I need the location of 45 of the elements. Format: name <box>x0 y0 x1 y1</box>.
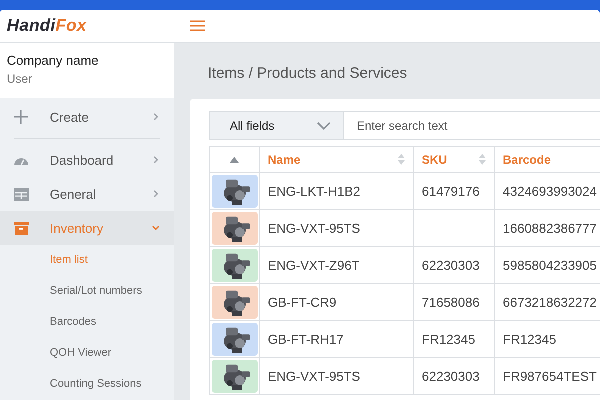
breadcrumb: Items / Products and Services <box>208 65 408 84</box>
company-name: Company name <box>7 53 100 68</box>
sidebar-subitem[interactable]: Item list <box>0 245 174 276</box>
table-cell: FR12345 <box>503 332 556 346</box>
sidebar-subitem[interactable]: Serial/Lot numbers <box>0 276 174 307</box>
sidebar-item[interactable]: General <box>0 177 174 211</box>
table-cell: ENG-LKT-H1B2 <box>268 184 360 198</box>
field-filter-dropdown[interactable]: All fields <box>209 111 344 140</box>
table-icon <box>14 188 29 200</box>
chevron-down-icon <box>317 122 331 130</box>
sidebar-subitem[interactable]: QOH Viewer <box>0 338 174 369</box>
sort-icon[interactable] <box>479 154 486 165</box>
logo: HandiFox <box>6 16 88 36</box>
table-cell: GB-FT-RH17 <box>268 332 344 346</box>
box-icon <box>14 222 29 234</box>
search-field[interactable]: Enter search text <box>344 111 600 140</box>
column-header[interactable]: SKU <box>422 152 448 166</box>
sort-icon[interactable] <box>398 154 405 165</box>
chevron-right-icon <box>152 190 160 198</box>
create-button[interactable]: Create <box>0 100 174 134</box>
table-cell: GB-FT-CR9 <box>268 294 337 310</box>
chevron-right-icon <box>152 156 160 164</box>
plus-icon <box>14 110 28 124</box>
menu-icon[interactable] <box>190 20 205 32</box>
table-cell: 6673218632272 <box>503 294 597 310</box>
table-cell: 1660882386777 <box>503 220 597 236</box>
sort-up-icon[interactable] <box>230 156 239 162</box>
table-cell: 62230303 <box>422 258 480 272</box>
column-header[interactable]: Name <box>268 152 301 166</box>
sidebar-subitem[interactable]: Counting Sessions <box>0 369 174 400</box>
table-cell: 5985804233905 <box>503 258 597 272</box>
sidebar-subitem[interactable]: Barcodes <box>0 307 174 338</box>
table-cell: FR12345 <box>422 332 476 346</box>
table-cell: ENG-VXT-95TS <box>268 220 360 236</box>
table-cell: ENG-VXT-95TS <box>268 368 360 384</box>
table-cell: 62230303 <box>422 368 480 384</box>
table-cell: 4324693993024 <box>503 184 597 198</box>
table-cell: FR987654TEST <box>503 368 597 384</box>
sidebar-item[interactable]: Dashboard <box>0 143 174 177</box>
table-cell: ENG-VXT-Z96T <box>268 258 360 272</box>
table-cell: 61479176 <box>422 184 480 198</box>
chevron-down-icon <box>152 224 160 232</box>
chevron-right-icon <box>152 113 160 121</box>
user-name: User <box>7 72 34 86</box>
table-cell: 71658086 <box>422 294 480 310</box>
